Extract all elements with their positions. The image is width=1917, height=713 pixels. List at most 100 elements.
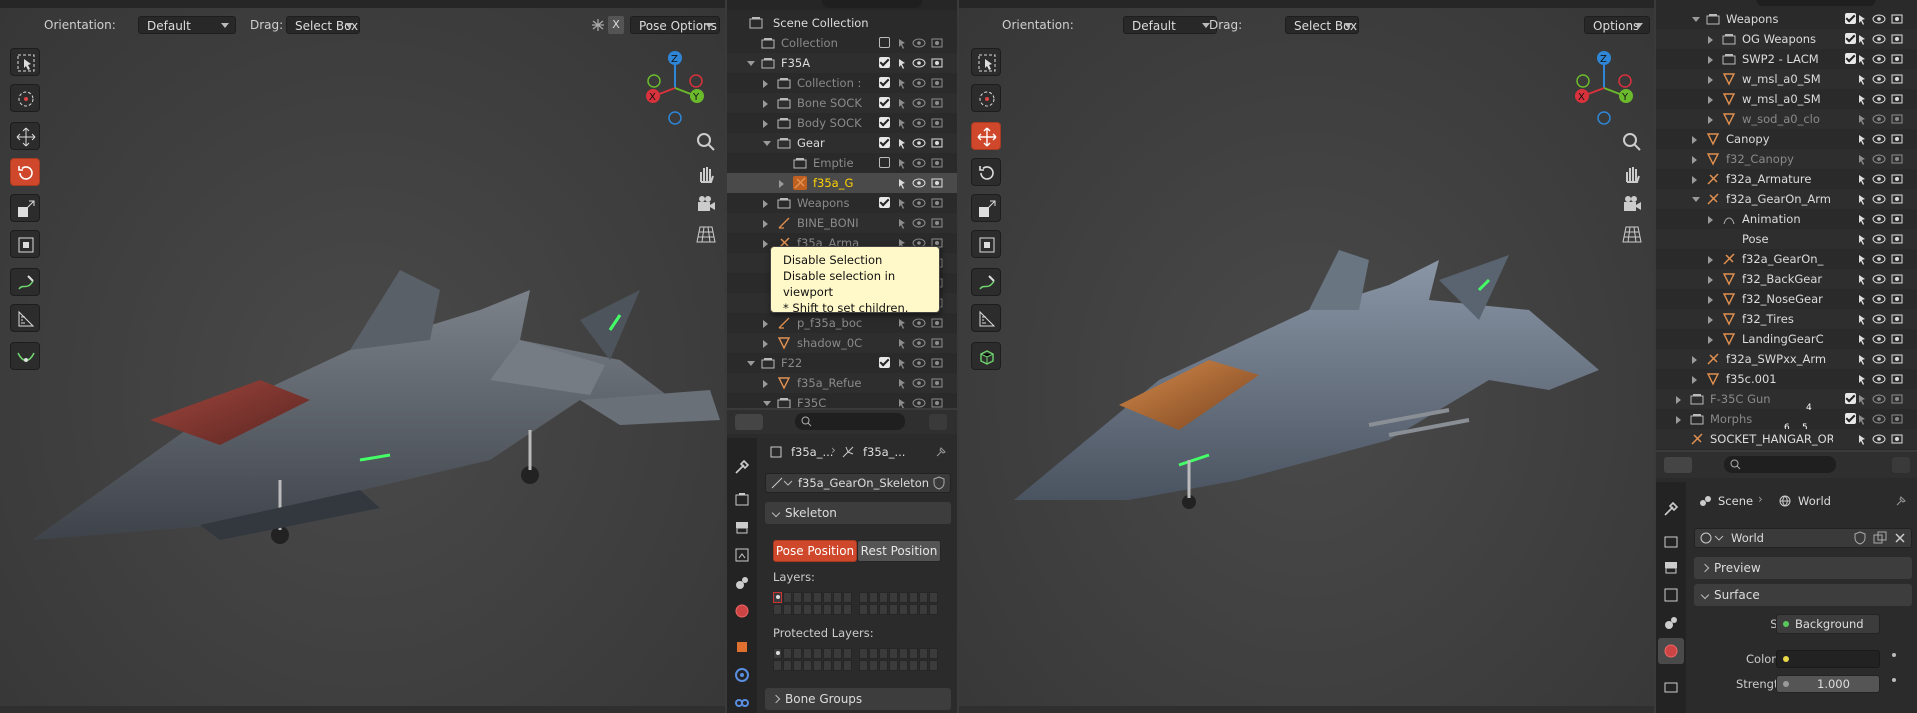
navigation-gizmo[interactable]: Z Y X bbox=[640, 48, 710, 128]
outliner-row[interactable]: Body SOCK bbox=[727, 113, 957, 133]
layer-toggle[interactable] bbox=[803, 604, 812, 615]
orientation-dropdown[interactable]: Default bbox=[138, 16, 236, 34]
layer-toggle[interactable] bbox=[823, 604, 832, 615]
layer-toggle[interactable] bbox=[793, 592, 802, 603]
restriction-toggles-icon[interactable] bbox=[895, 316, 955, 330]
layer-toggle[interactable] bbox=[833, 660, 842, 671]
breadcrumb-world[interactable]: World bbox=[1798, 494, 1831, 508]
layer-toggle[interactable] bbox=[919, 660, 928, 671]
restriction-toggles-icon[interactable] bbox=[895, 56, 955, 70]
expand-arrow-icon[interactable] bbox=[763, 80, 768, 88]
exclude-checkbox[interactable] bbox=[879, 37, 890, 48]
properties-panel-world[interactable]: Scene › World World Preview Surface Surf… bbox=[1656, 452, 1917, 713]
fake-user-shield-icon[interactable] bbox=[932, 476, 946, 490]
scene-tab-icon[interactable] bbox=[733, 574, 751, 592]
exclude-checkbox[interactable] bbox=[879, 357, 890, 368]
restriction-toggles-icon[interactable] bbox=[895, 376, 955, 390]
restriction-toggles-icon[interactable] bbox=[895, 356, 955, 370]
layer-toggle[interactable] bbox=[813, 648, 822, 659]
outliner-row[interactable]: SWP2 - LACM bbox=[1656, 49, 1917, 69]
layer-toggle[interactable] bbox=[869, 648, 878, 659]
armature-layers-group-b[interactable] bbox=[859, 592, 943, 616]
layer-toggle[interactable] bbox=[859, 648, 868, 659]
restriction-toggles-icon[interactable] bbox=[895, 36, 955, 50]
layer-toggle[interactable] bbox=[773, 660, 782, 671]
collapse-arrow-icon[interactable] bbox=[763, 401, 771, 406]
outliner-row[interactable]: Morphs 6 5 bbox=[1656, 409, 1917, 433]
layer-toggle[interactable] bbox=[859, 660, 868, 671]
surface-shader-field[interactable]: Background bbox=[1776, 614, 1880, 634]
exclude-checkbox[interactable] bbox=[879, 157, 890, 168]
layer-toggle[interactable] bbox=[773, 648, 782, 659]
layer-toggle[interactable] bbox=[909, 660, 918, 671]
pose-position-button[interactable]: Pose Position bbox=[773, 540, 857, 562]
outliner-row[interactable]: Emptie bbox=[727, 153, 957, 173]
props-options-dropdown[interactable] bbox=[1892, 457, 1910, 473]
move-tool[interactable] bbox=[971, 122, 1001, 150]
keyframe-dot[interactable] bbox=[1892, 678, 1896, 682]
rotate-tool[interactable] bbox=[10, 158, 40, 186]
navigation-gizmo[interactable]: Z Y X bbox=[1569, 48, 1639, 128]
outliner-row[interactable]: OG Weapons bbox=[1656, 29, 1917, 49]
outliner-panel-right[interactable]: Weapons OG Weapons SWP2 - LACM w_msl_a0_SM w… bbox=[1656, 0, 1917, 450]
right-viewport[interactable]: Orientation: Default Drag: Select Box Op… bbox=[959, 0, 1654, 713]
strength-field[interactable]: 1.000 bbox=[1776, 675, 1880, 693]
world-color-field[interactable] bbox=[1776, 650, 1880, 668]
outliner-row[interactable]: Gear bbox=[727, 133, 957, 153]
zoom-icon[interactable] bbox=[1622, 132, 1642, 152]
layer-toggle[interactable] bbox=[919, 592, 928, 603]
restriction-toggles-icon[interactable] bbox=[1855, 232, 1915, 246]
transform-tool[interactable] bbox=[971, 230, 1001, 258]
outliner-row[interactable]: F-35C Gun 4 bbox=[1656, 389, 1917, 413]
restriction-toggles-icon[interactable] bbox=[895, 196, 955, 210]
tool-tab-icon[interactable] bbox=[1662, 500, 1680, 518]
restriction-toggles-icon[interactable] bbox=[1855, 412, 1915, 426]
expand-arrow-icon[interactable] bbox=[1708, 256, 1713, 264]
orientation-dropdown[interactable]: Default bbox=[1123, 16, 1217, 34]
expand-arrow-icon[interactable] bbox=[1708, 276, 1713, 284]
outliner-row[interactable]: F35C bbox=[727, 393, 957, 408]
keyframe-dot[interactable] bbox=[1892, 653, 1896, 657]
restriction-toggles-icon[interactable] bbox=[895, 156, 955, 170]
drag-dropdown[interactable]: Select Box bbox=[1285, 16, 1359, 34]
layer-toggle[interactable] bbox=[929, 660, 938, 671]
layer-toggle[interactable] bbox=[813, 592, 822, 603]
props-search-input[interactable] bbox=[795, 413, 905, 430]
object-tab-icon[interactable] bbox=[1662, 678, 1680, 696]
world-data-selector[interactable]: World bbox=[1694, 528, 1912, 548]
world-name[interactable]: World bbox=[1731, 531, 1764, 545]
restriction-toggles-icon[interactable] bbox=[895, 96, 955, 110]
layer-toggle[interactable] bbox=[833, 592, 842, 603]
editor-type-menu[interactable] bbox=[1664, 457, 1692, 473]
layer-toggle[interactable] bbox=[879, 648, 888, 659]
editor-type-menu[interactable] bbox=[735, 414, 763, 430]
layer-toggle[interactable] bbox=[909, 592, 918, 603]
outliner-row[interactable]: f32a_Armature bbox=[1656, 169, 1917, 189]
layer-toggle[interactable] bbox=[823, 660, 832, 671]
annotate-tool[interactable] bbox=[971, 268, 1001, 296]
expand-arrow-icon[interactable] bbox=[1676, 396, 1681, 404]
restriction-toggles-icon[interactable] bbox=[1855, 12, 1915, 26]
restriction-toggles-icon[interactable] bbox=[1855, 392, 1915, 406]
breadcrumb-scene[interactable]: Scene bbox=[1718, 494, 1753, 508]
layer-toggle[interactable] bbox=[833, 604, 842, 615]
transform-pivot-icon[interactable] bbox=[590, 18, 606, 32]
collapse-arrow-icon[interactable] bbox=[1692, 17, 1700, 22]
drag-dropdown[interactable]: Select Box bbox=[286, 16, 360, 34]
restriction-toggles-icon[interactable] bbox=[1855, 152, 1915, 166]
object-tab-icon[interactable] bbox=[733, 638, 751, 656]
cursor-tool[interactable] bbox=[10, 84, 40, 112]
view-layer-tab-icon[interactable] bbox=[1662, 586, 1680, 604]
restriction-toggles-icon[interactable] bbox=[1855, 112, 1915, 126]
expand-arrow-icon[interactable] bbox=[1676, 416, 1681, 424]
expand-arrow-icon[interactable] bbox=[763, 380, 768, 388]
layer-toggle[interactable] bbox=[843, 660, 852, 671]
collapse-arrow-icon[interactable] bbox=[1692, 197, 1700, 202]
exclude-checkbox[interactable] bbox=[879, 57, 890, 68]
preview-panel-header[interactable]: Preview bbox=[1694, 557, 1912, 579]
expand-arrow-icon[interactable] bbox=[1708, 76, 1713, 84]
outliner-row[interactable]: Pose bbox=[1656, 229, 1917, 249]
restriction-toggles-icon[interactable] bbox=[1855, 32, 1915, 46]
layer-toggle[interactable] bbox=[889, 604, 898, 615]
tool-tab-icon[interactable] bbox=[733, 458, 751, 476]
